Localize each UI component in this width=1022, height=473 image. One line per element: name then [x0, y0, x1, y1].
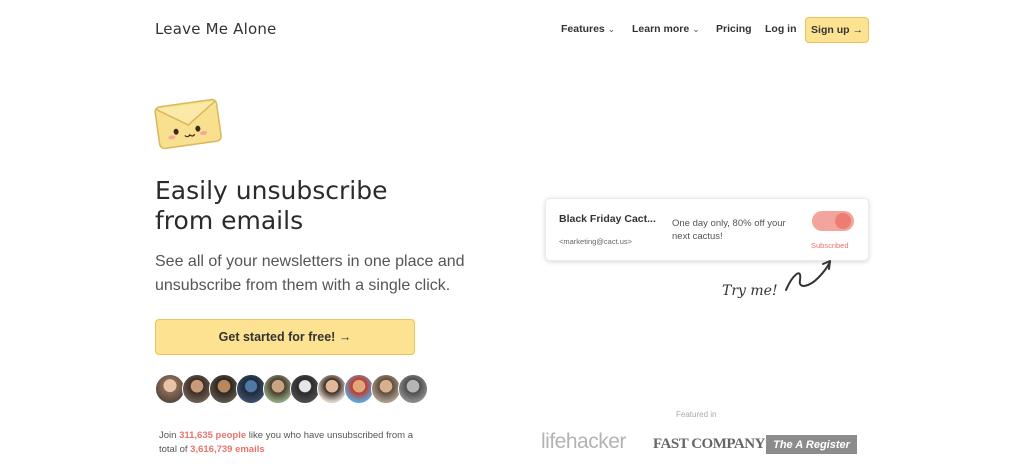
theregister-logo: The A Register: [766, 435, 857, 454]
avatar-group: [155, 374, 428, 406]
fastcompany-logo: FAST COMPANY: [653, 436, 765, 452]
avatar: [182, 374, 212, 404]
hero-headline-line2: from emails: [155, 206, 304, 235]
avatar: [236, 374, 266, 404]
avatar: [155, 374, 185, 404]
avatar: [344, 374, 374, 404]
avatar: [209, 374, 239, 404]
hero-headline-line1: Easily unsubscribe: [155, 176, 388, 205]
avatar: [317, 374, 347, 404]
nav-features[interactable]: Features ⌄: [561, 23, 615, 35]
hero-headline: Easily unsubscribe from emails: [155, 176, 485, 236]
logo[interactable]: Leave Me Alone: [155, 20, 276, 38]
nav-pricing[interactable]: Pricing: [716, 23, 752, 35]
try-me-label: Try me!: [722, 283, 778, 299]
chevron-down-icon: ⌄: [607, 24, 616, 34]
sender-name: Black Friday Cact...: [559, 213, 656, 225]
nav-learn-more[interactable]: Learn more ⌄: [632, 23, 700, 35]
subscription-toggle[interactable]: [812, 211, 854, 231]
stats-prefix: Join: [159, 430, 180, 441]
lifehacker-logo: lifehacker: [541, 430, 626, 453]
stats-people-count: 311,635 people: [179, 430, 247, 441]
get-started-button[interactable]: Get started for free! →: [155, 319, 415, 355]
stats-emails-count: 3,616,739 emails: [190, 444, 265, 455]
signup-button[interactable]: Sign up →: [805, 17, 869, 43]
avatar: [290, 374, 320, 404]
nav-login[interactable]: Log in: [765, 23, 797, 35]
avatar: [263, 374, 293, 404]
nav-features-label: Features: [561, 23, 605, 35]
avatar: [398, 374, 428, 404]
toggle-knob: [835, 213, 851, 229]
nav-learn-more-label: Learn more: [632, 23, 690, 35]
featured-in-label: Featured in: [676, 410, 717, 419]
user-stats: Join 311,635 people like you who have un…: [159, 429, 419, 457]
subscription-status: Subscribed: [811, 241, 849, 250]
curly-arrow-icon: [785, 260, 831, 291]
email-preview: One day only, 80% off your next cactus!: [672, 218, 786, 242]
demo-subscription-card: Black Friday Cact... <marketing@cact.us>…: [545, 198, 869, 261]
envelope-mascot-icon: [154, 98, 222, 150]
sender-email: <marketing@cact.us>: [559, 237, 633, 246]
avatar: [371, 374, 401, 404]
chevron-down-icon: ⌄: [692, 24, 700, 34]
hero-subhead: See all of your newsletters in one place…: [155, 253, 465, 294]
